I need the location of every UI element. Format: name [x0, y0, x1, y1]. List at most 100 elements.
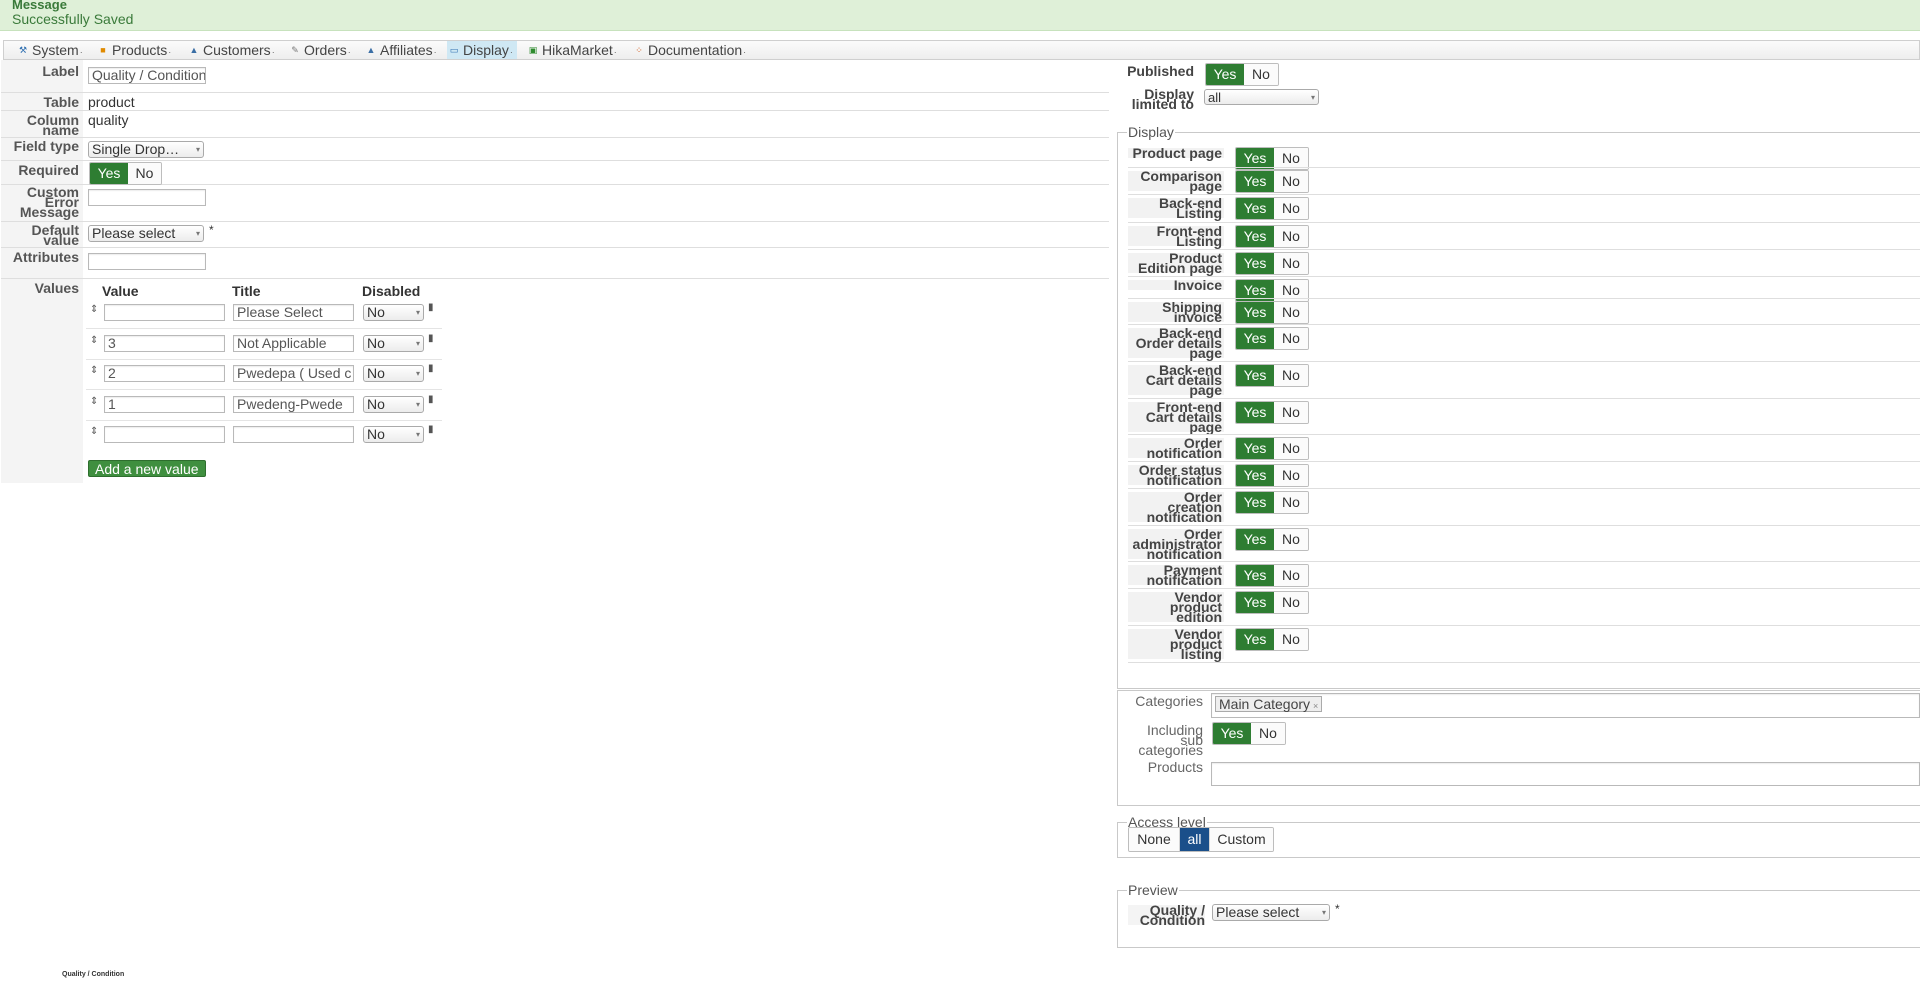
title-input[interactable]: Pwedeng-Pwede — [233, 396, 354, 413]
display-row-yes[interactable]: Yes — [1236, 529, 1274, 550]
display-row-yes[interactable]: Yes — [1236, 465, 1274, 486]
display-row-toggle[interactable]: Yes No — [1235, 564, 1309, 587]
display-row-yes[interactable]: Yes — [1236, 629, 1274, 650]
menu-products[interactable]: ■ Products· — [96, 41, 171, 59]
title-input[interactable]: Pwedepa ( Used c — [233, 365, 354, 382]
display-row-no[interactable]: No — [1274, 365, 1308, 386]
field-type-select[interactable]: Single Drop… ▾ — [88, 141, 204, 158]
disabled-select[interactable]: No ▾ — [363, 426, 424, 443]
add-value-button[interactable]: Add a new value — [88, 460, 206, 477]
menu-documentation[interactable]: ⁘ Documentation· — [632, 41, 746, 59]
drag-handle-icon[interactable]: ⇕ — [90, 335, 98, 346]
remove-tag-icon[interactable]: × — [1313, 701, 1318, 711]
including-sub-yes[interactable]: Yes — [1213, 723, 1251, 744]
drag-handle-icon[interactable]: ⇕ — [90, 365, 98, 376]
drag-handle-icon[interactable]: ⇕ — [90, 396, 98, 407]
title-input[interactable]: Please Select — [233, 304, 354, 321]
default-value-select[interactable]: Please select ▾ — [88, 225, 204, 242]
display-row-no[interactable]: No — [1274, 148, 1308, 169]
access-all[interactable]: all — [1180, 828, 1210, 851]
display-row-toggle[interactable]: Yes No — [1235, 464, 1309, 487]
display-row-no[interactable]: No — [1274, 226, 1308, 247]
published-toggle[interactable]: Yes No — [1205, 63, 1279, 86]
display-row-yes[interactable]: Yes — [1236, 148, 1274, 169]
value-input[interactable]: 1 — [104, 396, 225, 413]
display-row-no[interactable]: No — [1274, 492, 1308, 513]
products-input[interactable] — [1211, 762, 1920, 786]
display-row-toggle[interactable]: Yes No — [1235, 327, 1309, 350]
required-no[interactable]: No — [128, 163, 161, 184]
menu-customers[interactable]: ▲ Customers· — [187, 41, 275, 59]
display-row-toggle[interactable]: Yes No — [1235, 197, 1309, 220]
display-row-no[interactable]: No — [1274, 438, 1308, 459]
display-row-no[interactable]: No — [1274, 465, 1308, 486]
required-toggle[interactable]: Yes No — [89, 162, 162, 185]
display-row-toggle[interactable]: Yes No — [1235, 528, 1309, 551]
display-row-yes[interactable]: Yes — [1236, 592, 1274, 613]
display-row-yes[interactable]: Yes — [1236, 492, 1274, 513]
title-input[interactable] — [233, 426, 354, 443]
including-sub-toggle[interactable]: Yes No — [1212, 722, 1286, 745]
published-yes[interactable]: Yes — [1206, 64, 1244, 85]
display-row-yes[interactable]: Yes — [1236, 402, 1274, 423]
published-no[interactable]: No — [1244, 64, 1278, 85]
disabled-select[interactable]: No ▾ — [363, 304, 424, 321]
display-row-yes[interactable]: Yes — [1236, 198, 1274, 219]
display-row-no[interactable]: No — [1274, 529, 1308, 550]
display-row-toggle[interactable]: Yes No — [1235, 252, 1309, 275]
display-row-yes[interactable]: Yes — [1236, 328, 1274, 349]
disabled-select[interactable]: No ▾ — [363, 396, 424, 413]
display-limited-select[interactable]: all ▾ — [1204, 89, 1319, 105]
value-input[interactable]: 2 — [104, 365, 225, 382]
value-input[interactable] — [104, 304, 225, 321]
display-row-toggle[interactable]: Yes No — [1235, 364, 1309, 387]
trash-icon[interactable]: ▮ — [428, 424, 434, 435]
display-row-no[interactable]: No — [1274, 565, 1308, 586]
access-level-options[interactable]: None all Custom — [1128, 827, 1274, 852]
category-tag[interactable]: Main Category × — [1215, 696, 1323, 712]
display-row-yes[interactable]: Yes — [1236, 365, 1274, 386]
display-row-no[interactable]: No — [1274, 302, 1308, 323]
display-row-no[interactable]: No — [1274, 253, 1308, 274]
disabled-select[interactable]: No ▾ — [363, 365, 424, 382]
display-row-toggle[interactable]: Yes No — [1235, 628, 1309, 651]
display-row-toggle[interactable]: Yes No — [1235, 170, 1309, 193]
display-row-no[interactable]: No — [1274, 171, 1308, 192]
display-row-toggle[interactable]: Yes No — [1235, 225, 1309, 248]
display-row-yes[interactable]: Yes — [1236, 438, 1274, 459]
menu-affiliates[interactable]: ▲ Affiliates· — [364, 41, 437, 59]
display-row-yes[interactable]: Yes — [1236, 253, 1274, 274]
menu-display[interactable]: ▭ Display· — [447, 41, 517, 59]
trash-icon[interactable]: ▮ — [428, 363, 434, 374]
menu-hikamarket[interactable]: ▣ HikaMarket· — [526, 41, 617, 59]
value-input[interactable]: 3 — [104, 335, 225, 352]
value-input[interactable] — [104, 426, 225, 443]
display-row-no[interactable]: No — [1274, 198, 1308, 219]
disabled-select[interactable]: No ▾ — [363, 335, 424, 352]
display-row-no[interactable]: No — [1274, 592, 1308, 613]
display-row-yes[interactable]: Yes — [1236, 171, 1274, 192]
menu-orders[interactable]: ✎ Orders· — [288, 41, 351, 59]
access-custom[interactable]: Custom — [1210, 828, 1273, 851]
display-row-yes[interactable]: Yes — [1236, 302, 1274, 323]
label-input[interactable]: Quality / Condition — [88, 67, 206, 84]
display-row-no[interactable]: No — [1274, 629, 1308, 650]
title-input[interactable]: Not Applicable — [233, 335, 354, 352]
display-row-no[interactable]: No — [1274, 328, 1308, 349]
display-row-toggle[interactable]: Yes No — [1235, 437, 1309, 460]
display-row-toggle[interactable]: Yes No — [1235, 591, 1309, 614]
display-row-yes[interactable]: Yes — [1236, 226, 1274, 247]
required-yes[interactable]: Yes — [90, 163, 128, 184]
access-none[interactable]: None — [1129, 828, 1180, 851]
custom-error-input[interactable] — [88, 189, 206, 206]
display-row-toggle[interactable]: Yes No — [1235, 301, 1309, 324]
display-row-toggle[interactable]: Yes No — [1235, 401, 1309, 424]
display-row-yes[interactable]: Yes — [1236, 565, 1274, 586]
preview-select[interactable]: Please select ▾ — [1212, 904, 1330, 921]
drag-handle-icon[interactable]: ⇕ — [90, 304, 98, 315]
trash-icon[interactable]: ▮ — [428, 394, 434, 405]
trash-icon[interactable]: ▮ — [428, 302, 434, 313]
display-row-no[interactable]: No — [1274, 402, 1308, 423]
attributes-input[interactable] — [88, 253, 206, 270]
trash-icon[interactable]: ▮ — [428, 333, 434, 344]
